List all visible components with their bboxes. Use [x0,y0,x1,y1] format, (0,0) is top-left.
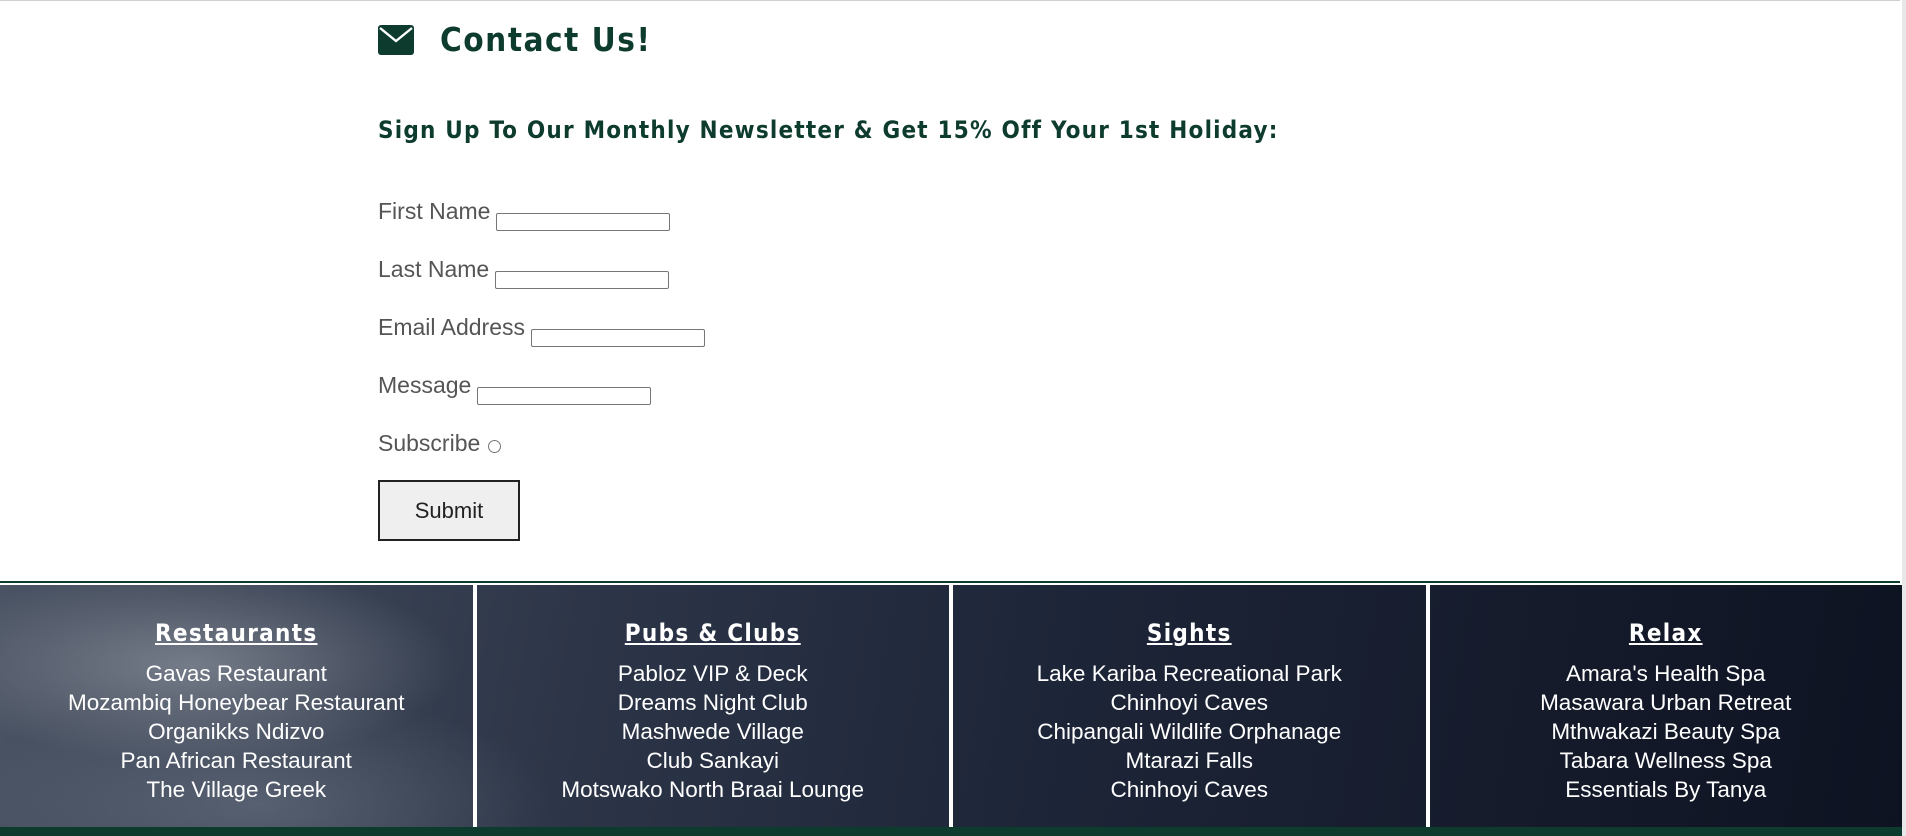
email-label: Email Address [378,314,526,340]
footer: Restaurants Gavas Restaurant Mozambiq Ho… [0,585,1902,827]
first-name-label: First Name [378,198,491,224]
footer-link[interactable]: Pan African Restaurant [0,746,473,775]
top-divider [0,0,1900,1]
message-input[interactable] [477,387,652,405]
footer-link[interactable]: Amara's Health Spa [1430,659,1903,688]
message-label: Message [378,372,472,398]
footer-list: Gavas Restaurant Mozambiq Honeybear Rest… [0,659,473,804]
footer-column-title[interactable]: Relax [1629,619,1703,647]
footer-link[interactable]: Lake Kariba Recreational Park [953,659,1426,688]
first-name-row: First Name [378,198,671,231]
contact-title: Contact Us! [378,20,652,59]
footer-link[interactable]: Dreams Night Club [477,688,950,717]
subscribe-row: Subscribe [378,430,502,457]
envelope-icon [378,24,414,55]
first-name-input[interactable] [496,213,671,231]
footer-link[interactable]: The Village Greek [0,775,473,804]
footer-link[interactable]: Mozambiq Honeybear Restaurant [0,688,473,717]
footer-link[interactable]: Gavas Restaurant [0,659,473,688]
footer-column-restaurants: Restaurants Gavas Restaurant Mozambiq Ho… [0,585,473,827]
subscribe-radio[interactable] [488,440,502,453]
email-input[interactable] [531,329,706,347]
footer-link[interactable]: Mthwakazi Beauty Spa [1430,717,1903,746]
footer-divider [0,581,1900,583]
email-row: Email Address [378,314,706,347]
footer-column-title[interactable]: Restaurants [155,619,317,647]
footer-link[interactable]: Pabloz VIP & Deck [477,659,950,688]
footer-link[interactable]: Chinhoyi Caves [953,688,1426,717]
message-row: Message [378,372,652,405]
footer-link[interactable]: Motswako North Braai Lounge [477,775,950,804]
footer-link[interactable]: Chinhoyi Caves [953,775,1426,804]
footer-column-relax: Relax Amara's Health Spa Masawara Urban … [1425,585,1903,827]
footer-link[interactable]: Tabara Wellness Spa [1430,746,1903,775]
footer-link[interactable]: Organikks Ndizvo [0,717,473,746]
footer-list: Pabloz VIP & Deck Dreams Night Club Mash… [477,659,950,804]
footer-list: Amara's Health Spa Masawara Urban Retrea… [1430,659,1903,804]
footer-column-title[interactable]: Sights [1147,619,1232,647]
footer-link[interactable]: Club Sankayi [477,746,950,775]
footer-link[interactable]: Chipangali Wildlife Orphanage [953,717,1426,746]
footer-link[interactable]: Masawara Urban Retreat [1430,688,1903,717]
last-name-label: Last Name [378,256,490,282]
last-name-row: Last Name [378,256,670,289]
footer-column-title[interactable]: Pubs & Clubs [625,619,801,647]
footer-link[interactable]: Mtarazi Falls [953,746,1426,775]
footer-link[interactable]: Mashwede Village [477,717,950,746]
footer-column-pubs-clubs: Pubs & Clubs Pabloz VIP & Deck Dreams Ni… [472,585,950,827]
newsletter-heading: Sign Up To Our Monthly Newsletter & Get … [378,116,1279,144]
contact-title-text: Contact Us! [440,20,652,59]
submit-button[interactable]: Submit [378,480,520,541]
footer-list: Lake Kariba Recreational Park Chinhoyi C… [953,659,1426,804]
page-scrollbar[interactable] [1902,0,1906,836]
subscribe-label: Subscribe [378,430,481,456]
last-name-input[interactable] [495,271,670,289]
footer-column-sights: Sights Lake Kariba Recreational Park Chi… [949,585,1426,827]
footer-link[interactable]: Essentials By Tanya [1430,775,1903,804]
bottom-band [0,827,1902,836]
